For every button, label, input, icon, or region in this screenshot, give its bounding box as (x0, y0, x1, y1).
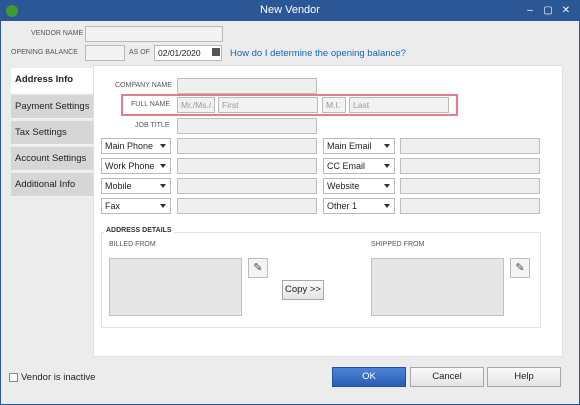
main-phone-label: Main Phone (105, 141, 154, 151)
minimize-icon[interactable]: – (523, 4, 537, 18)
cancel-button[interactable]: Cancel (410, 367, 484, 387)
shipped-from-label: SHIPPED FROM (371, 241, 425, 248)
job-title-input[interactable] (177, 118, 317, 134)
main-phone-input[interactable] (177, 138, 317, 154)
other-1-input[interactable] (400, 198, 540, 214)
work-phone-label: Work Phone (105, 161, 155, 171)
help-button[interactable]: Help (487, 367, 561, 387)
mobile-input[interactable] (177, 178, 317, 194)
fax-input[interactable] (177, 198, 317, 214)
copy-address-button[interactable]: Copy >> (282, 280, 324, 300)
company-name-input[interactable] (177, 78, 317, 94)
chevron-down-icon (160, 144, 166, 148)
vendor-inactive-label: Vendor is inactive (21, 372, 96, 383)
tab-account-settings[interactable]: Account Settings (11, 147, 93, 171)
address-details-title: ADDRESS DETAILS (104, 227, 174, 234)
website-input[interactable] (400, 178, 540, 194)
company-name-label: COMPANY NAME (115, 82, 172, 89)
pencil-icon: ✎ (253, 262, 263, 274)
edit-billed-address-button[interactable]: ✎ (248, 258, 268, 278)
chevron-down-icon (160, 164, 166, 168)
cc-email-dropdown[interactable]: CC Email (323, 158, 395, 174)
prefix-input[interactable]: Mr./Ms./... (177, 97, 215, 113)
tab-address-info[interactable]: Address Info (11, 68, 93, 94)
cc-email-label: CC Email (327, 161, 366, 171)
vendor-name-input[interactable] (85, 26, 223, 42)
title-bar: New Vendor – ▢ ✕ (1, 1, 579, 21)
as-of-date-value: 02/01/2020 (158, 48, 201, 58)
mobile-dropdown[interactable]: Mobile (101, 178, 171, 194)
tab-payment-settings[interactable]: Payment Settings (11, 95, 93, 119)
billed-from-address[interactable] (109, 258, 242, 316)
full-name-label: FULL NAME (131, 101, 171, 108)
main-email-label: Main Email (327, 141, 372, 151)
job-title-label: JOB TITLE (135, 122, 170, 129)
work-phone-input[interactable] (177, 158, 317, 174)
opening-balance-input[interactable] (85, 45, 125, 61)
main-email-dropdown[interactable]: Main Email (323, 138, 395, 154)
opening-balance-help-link[interactable]: How do I determine the opening balance? (230, 48, 406, 59)
work-phone-dropdown[interactable]: Work Phone (101, 158, 171, 174)
vendor-name-label: VENDOR NAME (31, 30, 84, 37)
billed-from-label: BILLED FROM (109, 241, 156, 248)
website-label: Website (327, 181, 360, 191)
chevron-down-icon (384, 204, 390, 208)
shipped-from-address[interactable] (371, 258, 504, 316)
cc-email-input[interactable] (400, 158, 540, 174)
restore-icon[interactable]: ▢ (541, 4, 555, 18)
close-icon[interactable]: ✕ (559, 4, 573, 18)
chevron-down-icon (384, 144, 390, 148)
other-1-dropdown[interactable]: Other 1 (323, 198, 395, 214)
ok-button[interactable]: OK (332, 367, 406, 387)
website-dropdown[interactable]: Website (323, 178, 395, 194)
main-email-input[interactable] (400, 138, 540, 154)
calendar-icon[interactable] (212, 48, 220, 56)
chevron-down-icon (160, 184, 166, 188)
fax-label: Fax (105, 201, 121, 211)
first-name-input[interactable]: First (218, 97, 318, 113)
chevron-down-icon (160, 204, 166, 208)
opening-balance-label: OPENING BALANCE (11, 49, 78, 56)
mobile-label: Mobile (105, 181, 132, 191)
tab-tax-settings[interactable]: Tax Settings (11, 121, 93, 145)
middle-initial-input[interactable]: M.I. (322, 97, 346, 113)
main-phone-dropdown[interactable]: Main Phone (101, 138, 171, 154)
edit-shipped-address-button[interactable]: ✎ (510, 258, 530, 278)
last-name-input[interactable]: Last (349, 97, 449, 113)
other-1-label: Other 1 (327, 201, 358, 211)
vendor-inactive-checkbox[interactable] (9, 373, 18, 382)
as-of-label: AS OF (129, 49, 151, 56)
chevron-down-icon (384, 184, 390, 188)
new-vendor-window: New Vendor – ▢ ✕ VENDOR NAME OPENING BAL… (0, 0, 580, 405)
pencil-icon: ✎ (515, 262, 525, 274)
chevron-down-icon (384, 164, 390, 168)
fax-dropdown[interactable]: Fax (101, 198, 171, 214)
window-title: New Vendor (260, 4, 320, 16)
tab-additional-info[interactable]: Additional Info (11, 173, 93, 197)
